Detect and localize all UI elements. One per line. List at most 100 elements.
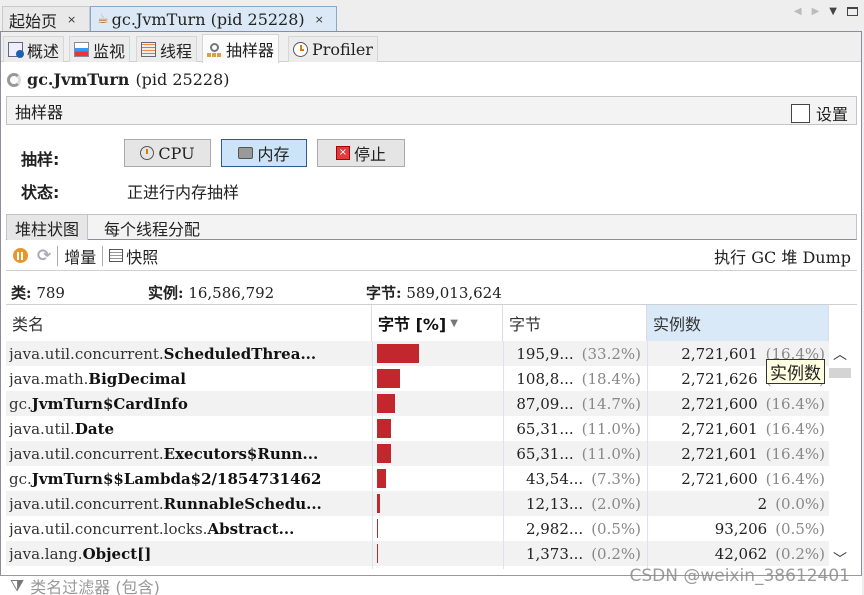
settings-checkbox[interactable] xyxy=(790,103,810,123)
settings-toggle[interactable]: 设置 xyxy=(790,101,848,125)
scroll-left-icon[interactable]: ◀ xyxy=(794,6,802,17)
bytes-percent-cell xyxy=(372,466,502,491)
stop-button[interactable]: × 停止 xyxy=(317,139,405,167)
class-name-cell: java.math. BigDecimal xyxy=(9,366,371,391)
bytes-percent: (0.5%) xyxy=(591,519,641,538)
tab-per-thread-allocation[interactable]: 每个线程分配 xyxy=(96,215,208,240)
button-label: 内存 xyxy=(257,145,290,164)
filter-icon: ⧩ xyxy=(10,575,25,595)
table-row[interactable]: java.util.concurrent. Executors$Runn... 65… xyxy=(6,441,829,466)
maximize-icon[interactable] xyxy=(847,7,858,16)
refresh-icon[interactable]: ⟳ xyxy=(37,246,51,266)
bytes-percent: (11.0%) xyxy=(581,419,641,438)
scroll-up-icon[interactable]: ︿ xyxy=(833,344,847,364)
tab-label: 监视 xyxy=(93,41,126,61)
bytes-percent-bar xyxy=(377,544,378,563)
instances-value: 2,721,601 xyxy=(681,444,758,463)
bytes-cell: 87,09... (14.7%) xyxy=(503,391,646,416)
tab-heap-histogram[interactable]: 堆柱状图 xyxy=(7,215,89,240)
instances-value: 42,062 xyxy=(714,544,768,563)
bytes-percent: (2.0%) xyxy=(591,494,641,513)
package-name: java.util. xyxy=(9,419,75,438)
package-name: java.util.concurrent.locks. xyxy=(9,519,208,538)
instances-percent: (0.5%) xyxy=(775,519,825,538)
class-name-cell: java.util.concurrent. ScheduledThrea... xyxy=(9,341,371,366)
gc-heap-dump-button[interactable]: 执行 GC 堆 Dump xyxy=(714,244,851,268)
class-name: Executors$Runn... xyxy=(163,444,319,463)
class-name: JvmTurn$$Lambda$2/1854731462 xyxy=(31,469,322,488)
table-row[interactable]: java.util.concurrent. ScheduledThrea... 19… xyxy=(6,341,829,366)
instances-cell: 2,721,601 (16.4%) xyxy=(647,441,829,466)
class-name-cell: java.util. Date xyxy=(9,416,371,441)
memory-chip-icon xyxy=(238,147,254,159)
instances-value: 2 xyxy=(757,494,768,513)
class-name-cell: java.util.concurrent.locks. Abstract... xyxy=(9,516,371,541)
column-header-class-name[interactable]: 类名 xyxy=(6,305,372,341)
snapshot-icon xyxy=(109,249,124,262)
column-divider xyxy=(503,341,504,569)
bytes-percent-bar xyxy=(377,369,400,388)
bytes-percent-cell xyxy=(372,391,502,416)
tab-label: 每个线程分配 xyxy=(104,219,201,239)
status-label: 状态: xyxy=(21,183,60,202)
table-row[interactable]: java.lang. Object[] 1,373... (0.2%) 42,062 (0… xyxy=(6,541,829,566)
sort-descending-icon: ▼ xyxy=(450,317,458,329)
table-row[interactable]: gc. JvmTurn$$Lambda$2/1854731462 43,54... (… xyxy=(6,466,829,491)
instances-percent: (16.4%) xyxy=(765,469,825,488)
tab-sampler[interactable]: 抽样器 xyxy=(202,34,280,63)
instances-percent: (16.4%) xyxy=(765,444,825,463)
column-divider xyxy=(372,341,373,569)
delta-button[interactable]: 增量 xyxy=(64,244,96,268)
bytes-percent: (0.2%) xyxy=(591,544,641,563)
tab-threads[interactable]: 线程 xyxy=(136,36,198,62)
table-row[interactable]: gc. JvmTurn$CardInfo 87,09... (14.7%) 2,721,… xyxy=(6,391,829,416)
instances-percent: (16.4%) xyxy=(765,394,825,413)
snapshot-button[interactable]: 快照 xyxy=(126,244,158,268)
instances-percent: (16.4%) xyxy=(765,419,825,438)
filter-input[interactable]: 类名过滤器 (包含) xyxy=(30,574,160,595)
table-row[interactable]: java.util. Date 65,31... (11.0%) 2,721,601 (1… xyxy=(6,416,829,441)
cpu-sample-button[interactable]: CPU xyxy=(124,139,211,167)
bytes-percent: (14.7%) xyxy=(581,394,641,413)
bytes-percent-bar xyxy=(377,469,386,488)
spinner-icon xyxy=(7,72,21,87)
memory-sample-button[interactable]: 内存 xyxy=(221,139,307,167)
pause-icon[interactable] xyxy=(13,248,28,263)
close-icon[interactable]: × xyxy=(67,13,76,26)
class-name: Date xyxy=(74,419,115,438)
tab-monitor[interactable]: 监视 xyxy=(69,36,131,62)
class-name-cell: java.lang. Object[] xyxy=(9,541,371,566)
bytes-percent-bar xyxy=(377,494,380,513)
tab-label: 线程 xyxy=(160,41,193,61)
table-row[interactable]: java.util.concurrent. RunnableSchedu... 12… xyxy=(6,491,829,516)
java-cup-icon: ☕ xyxy=(97,12,109,27)
column-header-bytes-percent[interactable]: 字节 [%] ▼ xyxy=(372,305,503,341)
settings-label: 设置 xyxy=(815,105,848,124)
package-name: java.util.concurrent. xyxy=(9,444,164,463)
status-value: 正进行内存抽样 xyxy=(127,183,240,202)
button-label: 停止 xyxy=(353,145,386,164)
sampler-panel-header: 抽样器 设置 xyxy=(6,96,857,125)
close-icon[interactable]: × xyxy=(315,13,324,26)
tab-list-dropdown-icon[interactable]: ▼ xyxy=(829,6,837,17)
instances-label: 实例: xyxy=(148,284,184,302)
overview-icon xyxy=(8,42,24,58)
instances-percent: (0.2%) xyxy=(775,544,825,563)
bytes-percent: (33.2%) xyxy=(581,344,641,363)
scrollbar-thumb[interactable] xyxy=(829,368,851,378)
table-row[interactable]: java.math. BigDecimal 108,8... (18.4%) 2,721… xyxy=(6,366,829,391)
vertical-scrollbar[interactable]: ︿ ﹀ xyxy=(829,340,851,569)
scroll-right-icon[interactable]: ▶ xyxy=(812,6,820,17)
column-header-bytes[interactable]: 字节 xyxy=(503,305,647,341)
instances-value: 2,721,626 xyxy=(681,369,758,388)
column-header-instances[interactable]: 实例数 xyxy=(647,305,829,341)
class-name: Object[] xyxy=(82,544,152,563)
package-name: gc. xyxy=(9,469,32,488)
classes-label: 类: xyxy=(11,284,32,302)
tab-profiler[interactable]: Profiler xyxy=(288,36,378,62)
table-row[interactable]: java.util.concurrent.locks. Abstract... 2,… xyxy=(6,516,829,541)
bytes-value: 65,31... xyxy=(516,444,574,463)
tab-start-page[interactable]: 起始页 × xyxy=(2,6,90,32)
tab-jvmturn[interactable]: ☕ gc.JvmTurn (pid 25228) × xyxy=(90,6,337,32)
tab-overview[interactable]: 概述 xyxy=(3,36,65,62)
